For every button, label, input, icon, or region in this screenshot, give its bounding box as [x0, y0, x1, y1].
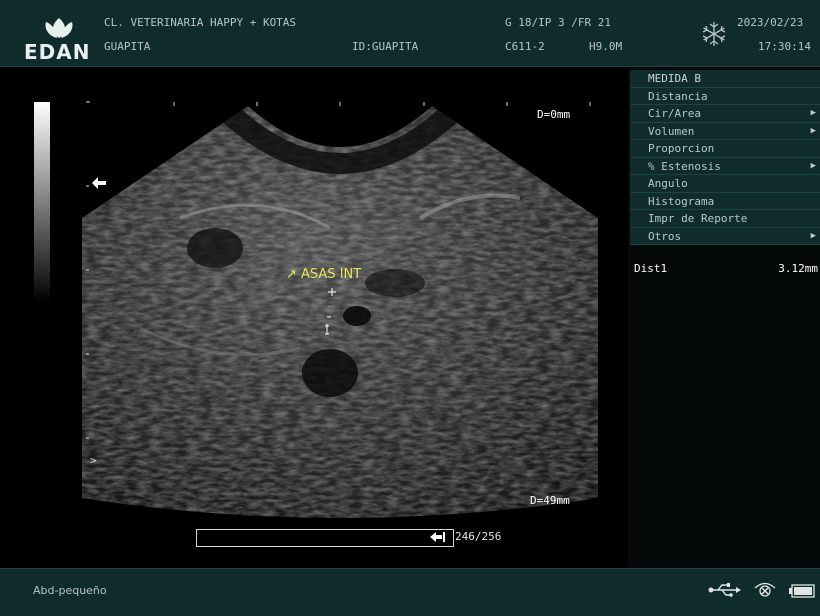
- top-info-bar: EDAN CL. VETERINARIA HAPPY + KOTAS GUAPI…: [0, 0, 820, 67]
- clinic-name: CL. VETERINARIA HAPPY + KOTAS: [104, 16, 297, 29]
- cine-frame-counter: 246/256: [455, 530, 502, 543]
- printer-icon: [754, 582, 776, 597]
- patient-id: ID:GUAPITA: [352, 40, 419, 53]
- menu-item-cir-area[interactable]: Cir/Area ▶: [630, 105, 820, 123]
- menu-item-histograma[interactable]: Histograma: [630, 193, 820, 210]
- probe-frequency: H9.0M: [589, 40, 623, 53]
- menu-item-label: Impr de Reporte: [648, 212, 748, 225]
- ultrasound-image-area[interactable]: > D=0mm D=49mm ↗ ASAS INT: [0, 68, 628, 568]
- menu-item-label: % Estenosis: [648, 159, 721, 173]
- battery-icon: [789, 584, 815, 598]
- menu-title: MEDIDA B: [630, 70, 820, 88]
- grayscale-bar: [34, 102, 50, 302]
- chevron-right-icon: ▶: [810, 125, 816, 136]
- menu-item-volumen[interactable]: Volumen ▶: [630, 123, 820, 140]
- menu-item-label: Histograma: [648, 194, 715, 208]
- menu-item-label: Cir/Area: [648, 107, 701, 120]
- cine-progress-bar[interactable]: [196, 529, 454, 547]
- measurement-label: Dist1: [634, 262, 668, 275]
- depth-bottom-label: D=49mm: [530, 494, 570, 507]
- menu-item-label: Distancia: [648, 89, 708, 103]
- snowflake-icon[interactable]: [700, 20, 728, 48]
- measure-menu: MEDIDA B Distancia Cir/Area ▶ Volumen ▶ Pr…: [630, 70, 820, 245]
- chevron-right-icon: ▶: [810, 230, 816, 241]
- menu-item-otros[interactable]: Otros ▶: [630, 228, 820, 245]
- depth-top-label: D=0mm: [537, 108, 571, 121]
- probe-model: C611-2: [505, 40, 545, 53]
- menu-item-angulo[interactable]: Angulo: [630, 175, 820, 193]
- patient-name: GUAPITA: [104, 40, 151, 53]
- depth-scale-ruler: [86, 101, 591, 439]
- measurement-result: Dist1 3.12mm: [630, 262, 820, 275]
- cine-handle-icon[interactable]: [430, 531, 446, 543]
- orientation-arrow-icon: [92, 177, 106, 189]
- menu-item-impr-reporte[interactable]: Impr de Reporte: [630, 210, 820, 228]
- measurement-value: 3.12mm: [778, 262, 818, 275]
- imaging-parameters: G 18/IP 3 /FR 21: [505, 16, 611, 29]
- chevron-right-icon: ▶: [810, 108, 816, 118]
- exam-time: 17:30:14: [758, 40, 811, 53]
- usb-icon: [708, 583, 741, 597]
- exam-date: 2023/02/23: [737, 16, 804, 29]
- menu-item-label: Volumen: [648, 124, 695, 138]
- chevron-right-icon: ▶: [810, 160, 816, 171]
- menu-item-label: Angulo: [648, 177, 688, 190]
- exam-preset[interactable]: Abd-pequeño: [33, 584, 107, 597]
- menu-item-distancia[interactable]: Distancia: [630, 88, 820, 105]
- menu-item-estenosis[interactable]: % Estenosis ▶: [630, 158, 820, 175]
- bottom-status-bar: [0, 568, 820, 616]
- annotation-label[interactable]: ↗ ASAS INT: [286, 267, 361, 282]
- measurement-caliper-icon[interactable]: [320, 288, 340, 338]
- menu-item-label: Otros: [648, 229, 682, 243]
- brand-name: EDAN: [24, 40, 91, 64]
- menu-item-label: Proporcion: [648, 142, 715, 155]
- menu-item-proporcion[interactable]: Proporcion: [630, 140, 820, 158]
- focus-marker: >: [90, 454, 97, 467]
